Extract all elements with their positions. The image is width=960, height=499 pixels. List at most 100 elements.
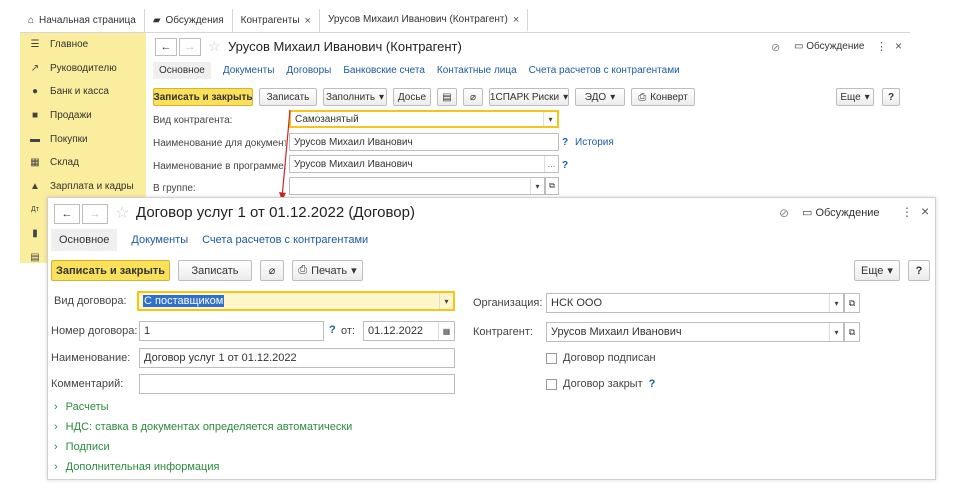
prog-name-input[interactable]: Урусов Михаил Иванович…	[289, 155, 559, 173]
help-button[interactable]: ?	[882, 88, 900, 106]
date-label: от:	[341, 325, 355, 337]
paperclip-icon[interactable]: ⌀	[463, 88, 483, 106]
discussion-button[interactable]: ▭ Обсуждение	[802, 206, 880, 219]
save-close-button[interactable]: Записать и закрыть	[153, 88, 253, 106]
tab-contacts[interactable]: Контактные лица	[437, 65, 517, 76]
tab-counterparty-card[interactable]: Урусов Михаил Иванович (Контрагент) ×	[319, 9, 529, 32]
tab-discussions[interactable]: ▰ Обсуждения	[145, 9, 233, 32]
chevron-right-icon: ›	[54, 401, 58, 413]
forward-button[interactable]: →	[82, 204, 108, 224]
group-additional-info[interactable]: › Дополнительная информация	[54, 461, 219, 473]
chart-icon: ▮	[32, 228, 38, 240]
close-icon[interactable]: ×	[305, 15, 311, 27]
open-icon[interactable]: ⧉	[545, 177, 559, 195]
help-icon[interactable]: ?	[562, 160, 568, 171]
close-icon[interactable]: ×	[513, 14, 519, 26]
organization-select[interactable]: НСК ООО ▾	[546, 293, 844, 313]
tab-main[interactable]: Основное	[153, 61, 211, 79]
counterparty-select[interactable]: Урусов Михаил Иванович ▾	[546, 322, 844, 342]
forward-button[interactable]: →	[179, 38, 201, 56]
link-icon[interactable]: ⊘	[771, 41, 780, 54]
save-button[interactable]: Записать	[178, 260, 252, 281]
sidebar-item-main[interactable]: ☰ Главное	[20, 33, 146, 57]
tab-home[interactable]: ⌂ Начальная страница	[20, 9, 145, 32]
calendar-icon[interactable]: ▦	[438, 322, 454, 340]
edo-button[interactable]: ЭДО ▾	[575, 88, 625, 106]
comment-input[interactable]	[139, 374, 455, 394]
sidebar-item-purchases[interactable]: ▬ Покупки	[20, 127, 146, 151]
dropdown-icon: ▾	[864, 91, 870, 103]
name-input[interactable]: Договор услуг 1 от 01.12.2022	[139, 348, 455, 368]
group-signatures[interactable]: › Подписи	[54, 441, 110, 453]
tab-documents[interactable]: Документы	[223, 65, 275, 76]
back-button[interactable]: ←	[54, 204, 80, 224]
number-input[interactable]: 1	[139, 321, 324, 341]
history-link[interactable]: История	[575, 137, 614, 148]
star-icon[interactable]: ☆	[115, 203, 129, 223]
tab-contracts[interactable]: Договоры	[286, 65, 331, 76]
dropdown-icon[interactable]: ▾	[543, 112, 557, 126]
chevron-right-icon: ›	[54, 421, 58, 433]
kind-select[interactable]: Самозанятый ▾	[289, 110, 559, 128]
signed-label: Договор подписан	[563, 352, 656, 364]
fill-button[interactable]: Заполнить ▾	[323, 88, 387, 106]
help-icon[interactable]: ?	[562, 137, 568, 148]
signed-checkbox[interactable]	[546, 352, 557, 364]
open-icon[interactable]: ⧉	[844, 293, 860, 313]
nav-buttons: ← →	[155, 38, 201, 56]
help-icon[interactable]: ?	[649, 378, 656, 390]
star-icon[interactable]: ☆	[208, 38, 221, 55]
paperclip-icon[interactable]: ⌀	[260, 260, 284, 281]
help-button[interactable]: ?	[908, 260, 930, 281]
person-icon: ▲	[30, 180, 40, 192]
tab-documents[interactable]: Документы	[131, 234, 188, 246]
envelope-button[interactable]: ⎙ Конверт	[631, 88, 695, 106]
date-input[interactable]: 01.12.2022 ▦	[363, 321, 455, 341]
sidebar-item-bank[interactable]: ● Банк и касса	[20, 80, 146, 104]
dropdown-icon: ▾	[610, 91, 616, 103]
more-icon[interactable]: ⋮	[901, 205, 913, 219]
close-icon[interactable]: ×	[921, 203, 929, 219]
window-tabs-bar: ⌂ Начальная страница ▰ Обсуждения Контраге…	[20, 9, 910, 33]
tab-settlement-accounts[interactable]: Счета расчетов с контрагентами	[202, 234, 368, 246]
open-icon[interactable]: ⧉	[844, 322, 860, 342]
dropdown-icon[interactable]: ▾	[439, 293, 453, 309]
print-button[interactable]: ⎙ Печать ▾	[292, 260, 363, 281]
closed-checkbox[interactable]	[546, 378, 557, 390]
close-icon[interactable]: ×	[895, 39, 902, 53]
organization-label: Организация:	[473, 297, 543, 309]
dropdown-icon[interactable]: ▾	[530, 178, 544, 194]
link-icon[interactable]: ⊘	[779, 206, 789, 220]
dropdown-icon[interactable]: ▾	[829, 294, 843, 312]
more-button[interactable]: Еще ▾	[836, 88, 874, 106]
kind-select[interactable]: С поставщиком ▾	[137, 291, 455, 311]
save-button[interactable]: Записать	[259, 88, 317, 106]
number-label: Номер договора:	[51, 325, 138, 337]
spark-button[interactable]: 1СПАРК Риски ▾	[489, 88, 569, 106]
printer-icon: ⎙	[298, 264, 308, 276]
tab-bank-accounts[interactable]: Банковские счета	[343, 65, 425, 76]
group-settlements[interactable]: › Расчеты	[54, 401, 109, 413]
book-icon: ▤	[30, 251, 40, 263]
more-button[interactable]: Еще ▾	[854, 260, 900, 281]
dossier-button[interactable]: Досье	[393, 88, 431, 106]
discussion-button[interactable]: ▭ Обсуждение	[794, 41, 865, 52]
back-button[interactable]: ←	[155, 38, 177, 56]
tab-main[interactable]: Основное	[51, 229, 118, 251]
document-icon[interactable]: ▤	[437, 88, 457, 106]
sidebar-item-sales[interactable]: ■ Продажи	[20, 104, 146, 128]
more-icon[interactable]: ⋮	[876, 40, 887, 53]
dropdown-icon[interactable]: ▾	[829, 323, 843, 341]
kind-label: Вид договора:	[54, 295, 127, 307]
doc-name-input[interactable]: Урусов Михаил Иванович	[289, 133, 559, 151]
group-vat[interactable]: › НДС: ставка в документах определяется а…	[54, 421, 352, 433]
help-icon[interactable]: ?	[329, 324, 336, 336]
save-close-button[interactable]: Записать и закрыть	[51, 260, 170, 281]
ellipsis-icon[interactable]: …	[544, 156, 558, 172]
sidebar-item-salary[interactable]: ▲ Зарплата и кадры	[20, 175, 146, 199]
tab-counterparties[interactable]: Контрагенты ×	[233, 9, 320, 32]
sidebar-item-manager[interactable]: ↗ Руководителю	[20, 57, 146, 81]
sidebar-item-warehouse[interactable]: ▦ Склад	[20, 151, 146, 175]
tab-settlement-accounts[interactable]: Счета расчетов с контрагентами	[529, 65, 680, 76]
group-select[interactable]: ▾	[289, 177, 545, 195]
